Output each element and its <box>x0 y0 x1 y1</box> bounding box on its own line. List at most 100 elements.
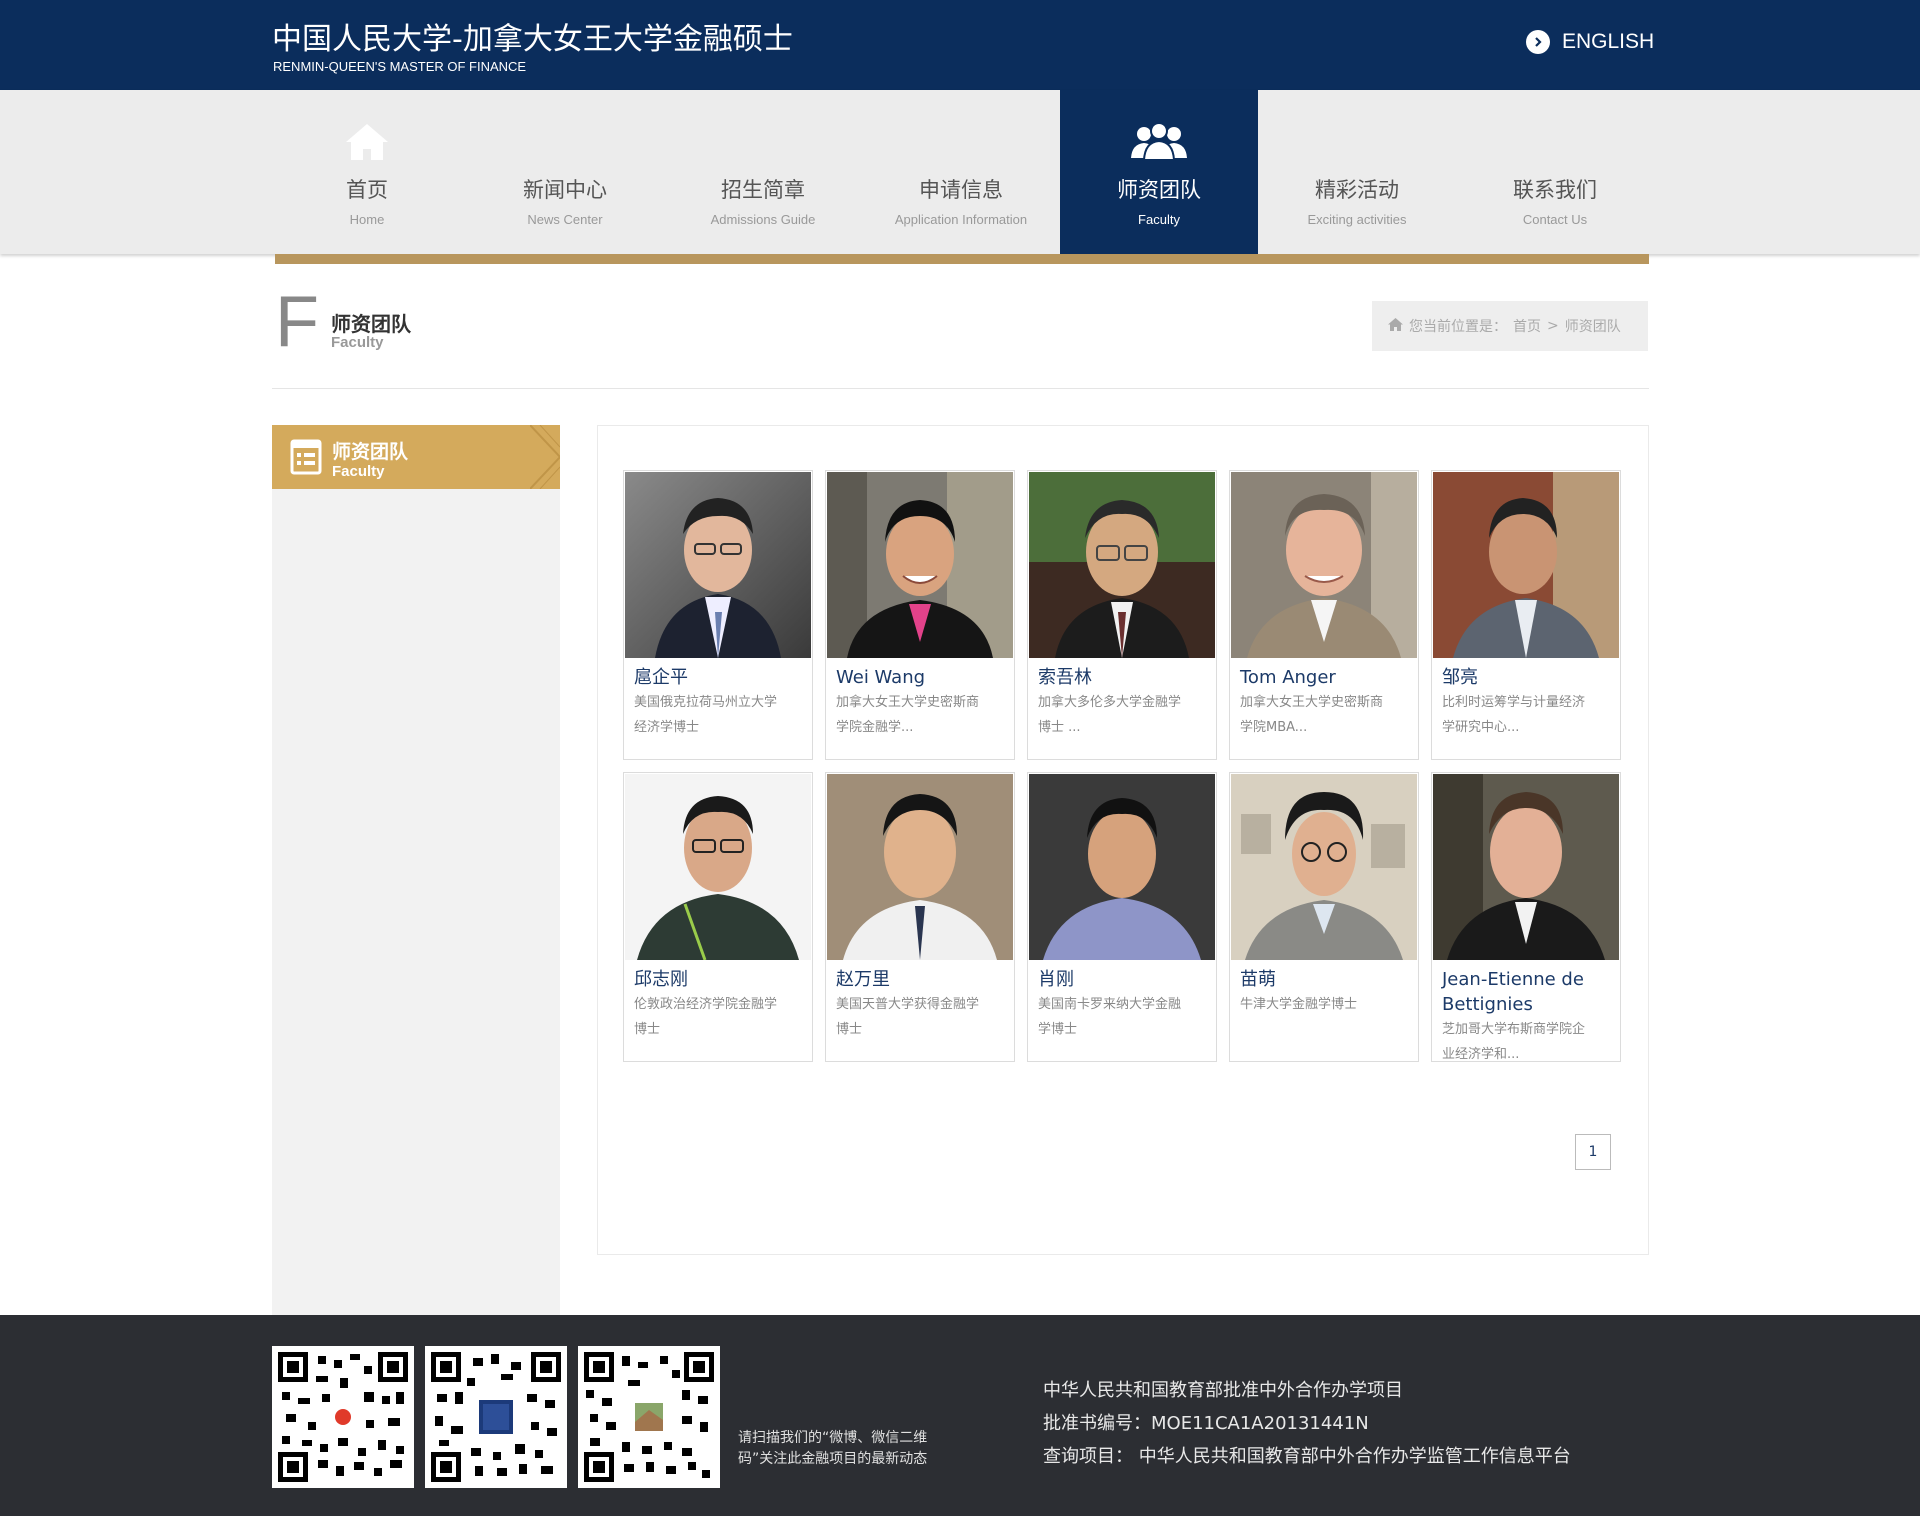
nav-label-en: Faculty <box>1138 212 1180 227</box>
nav-item-application[interactable]: 申请信息 Application Information <box>862 90 1060 254</box>
nav-label-en: Admissions Guide <box>710 212 816 227</box>
faculty-description: 博士 <box>634 1022 661 1037</box>
wechat-qr-code <box>425 1346 567 1488</box>
faculty-photo <box>1029 774 1215 960</box>
page-title-en: Faculty <box>331 334 384 351</box>
faculty-name: 肖刚 <box>1038 969 1074 990</box>
document-list-icon <box>290 439 322 479</box>
faculty-name: Tom Anger <box>1240 667 1336 688</box>
nav-label-en: Contact Us <box>1522 212 1588 227</box>
faculty-name: 邹亮 <box>1442 667 1478 688</box>
faculty-card[interactable]: 苗萌 牛津大学金融学博士 <box>1229 772 1419 1062</box>
faculty-name: Jean-Etienne de Bettignies <box>1442 969 1584 1015</box>
breadcrumb-prefix: 您当前位置是： <box>1409 319 1507 335</box>
nav-label-en: Exciting activities <box>1307 212 1407 227</box>
qr-code-note: 请扫描我们的“微博、微信二维码”关注此金融项目的最新动态 <box>738 1430 928 1467</box>
faculty-photo <box>625 774 811 960</box>
nav-item-faculty[interactable]: 师资团队 Faculty <box>1060 90 1258 254</box>
faculty-description: 学院金融学... <box>836 720 914 735</box>
main-nav: 首页 Home 新闻中心 News Center 招生简章 Admissions… <box>0 90 1920 254</box>
faculty-card[interactable]: Wei Wang 加拿大女王大学史密斯商 学院金融学... <box>825 470 1015 760</box>
nav-label-zh: 精彩活动 <box>1315 178 1399 202</box>
faculty-description: 加拿大女王大学史密斯商 <box>1240 695 1384 710</box>
nav-accent-bar <box>275 254 1649 264</box>
faculty-description: 美国天普大学获得金融学 <box>836 997 980 1012</box>
faculty-photo <box>1231 472 1417 658</box>
faculty-name: 扈企平 <box>634 667 688 688</box>
breadcrumb: 您当前位置是： 首页 > 师资团队 <box>1372 301 1648 351</box>
wechat-qr-code-secondary <box>578 1346 720 1488</box>
nav-item-contact[interactable]: 联系我们 Contact Us <box>1456 90 1654 254</box>
faculty-card[interactable]: Tom Anger 加拿大女王大学史密斯商 学院MBA... <box>1229 470 1419 760</box>
site-title: 中国人民大学-加拿大女王大学金融硕士 <box>272 22 793 57</box>
breadcrumb-current[interactable]: 师资团队 <box>1565 316 1621 336</box>
faculty-description: 伦敦政治经济学院金融学 <box>634 997 778 1012</box>
language-switch-link[interactable]: ENGLISH <box>1526 30 1654 54</box>
faculty-description: 芝加哥大学布斯商学院企 <box>1442 1022 1586 1037</box>
faculty-photo <box>1433 472 1619 658</box>
nav-label-zh: 新闻中心 <box>523 178 607 202</box>
faculty-description: 牛津大学金融学博士 <box>1240 997 1358 1012</box>
faculty-card[interactable]: 肖刚 美国南卡罗来纳大学金融 学博士 <box>1027 772 1217 1062</box>
home-icon <box>1388 317 1403 335</box>
faculty-name: 邱志刚 <box>634 969 688 990</box>
language-label: ENGLISH <box>1562 30 1655 53</box>
nav-label-en: Home <box>349 212 385 227</box>
faculty-photo <box>827 472 1013 658</box>
faculty-card[interactable]: 赵万里 美国天普大学获得金融学 博士 <box>825 772 1015 1062</box>
faculty-name: Wei Wang <box>836 667 926 688</box>
nav-label-en: News Center <box>527 212 603 227</box>
sidebar-heading: 师资团队 <box>332 441 409 463</box>
faculty-card[interactable]: 邱志刚 伦敦政治经济学院金融学 博士 <box>623 772 813 1062</box>
faculty-description: 经济学博士 <box>634 720 700 735</box>
nav-item-home[interactable]: 首页 Home <box>268 90 466 254</box>
faculty-description: 业经济学和... <box>1442 1047 1520 1062</box>
faculty-description: 加拿大女王大学史密斯商 <box>836 695 980 710</box>
footer-license-number: 批准书编号：MOE11CA1A20131441N <box>1043 1413 1369 1434</box>
sidebar: 师资团队 Faculty <box>272 425 560 1315</box>
weibo-qr-code <box>272 1346 414 1488</box>
faculty-card[interactable]: 邹亮 比利时运筹学与计量经济 学研究中心... <box>1431 470 1621 760</box>
nav-label-zh: 招生简章 <box>721 178 805 202</box>
nav-item-news[interactable]: 新闻中心 News Center <box>466 90 664 254</box>
faculty-description: 美国南卡罗来纳大学金融 <box>1038 997 1182 1012</box>
sidebar-item-faculty[interactable]: 师资团队 Faculty <box>272 425 560 489</box>
faculty-description: 比利时运筹学与计量经济 <box>1442 695 1586 710</box>
section-letter: F <box>275 282 319 362</box>
pagination-page-button[interactable]: 1 <box>1575 1134 1611 1170</box>
faculty-description: 学博士 <box>1038 1022 1078 1037</box>
faculty-card[interactable]: 索吾林 加拿大多伦多大学金融学 博士 ... <box>1027 470 1217 760</box>
divider <box>272 388 1649 389</box>
faculty-card[interactable]: 扈企平 美国俄克拉荷马州立大学 经济学博士 <box>623 470 813 760</box>
faculty-name: 赵万里 <box>836 969 890 990</box>
footer-query-label: 查询项目： <box>1043 1446 1133 1467</box>
faculty-name: 索吾林 <box>1038 667 1092 688</box>
faculty-group-icon <box>1128 122 1190 166</box>
faculty-description: 博士 ... <box>1038 720 1081 735</box>
faculty-photo <box>1029 472 1215 658</box>
nav-label-zh: 联系我们 <box>1513 178 1597 202</box>
page-title: 师资团队 <box>331 312 411 336</box>
faculty-description: 学院MBA... <box>1240 720 1308 735</box>
home-icon <box>344 122 390 166</box>
faculty-description: 美国俄克拉荷马州立大学 <box>634 695 778 710</box>
faculty-photo <box>625 472 811 658</box>
sidebar-heading-en: Faculty <box>332 463 385 480</box>
footer-query-link[interactable]: 中华人民共和国教育部中外合作办学监管工作信息平台 <box>1139 1446 1571 1467</box>
breadcrumb-separator: > <box>1547 318 1559 334</box>
site-subtitle: RENMIN-QUEEN'S MASTER OF FINANCE <box>273 59 527 74</box>
footer-query-line: 查询项目： 中华人民共和国教育部中外合作办学监管工作信息平台 <box>1043 1442 1571 1468</box>
faculty-card[interactable]: Jean-Etienne de Bettignies 芝加哥大学布斯商学院企 业… <box>1431 772 1621 1062</box>
tab-fold-decoration <box>530 425 560 489</box>
breadcrumb-home-link[interactable]: 首页 <box>1513 316 1541 336</box>
nav-label-en: Application Information <box>894 212 1028 227</box>
faculty-photo <box>1231 774 1417 960</box>
nav-label-zh: 首页 <box>346 178 388 202</box>
chevron-right-circle-icon <box>1526 30 1550 54</box>
faculty-photo <box>1433 774 1619 960</box>
faculty-description: 加拿大多伦多大学金融学 <box>1038 695 1182 710</box>
faculty-description: 学研究中心... <box>1442 720 1520 735</box>
top-header: 中国人民大学-加拿大女王大学金融硕士 RENMIN-QUEEN'S MASTER… <box>0 0 1920 90</box>
nav-item-admissions[interactable]: 招生简章 Admissions Guide <box>664 90 862 254</box>
nav-item-activities[interactable]: 精彩活动 Exciting activities <box>1258 90 1456 254</box>
